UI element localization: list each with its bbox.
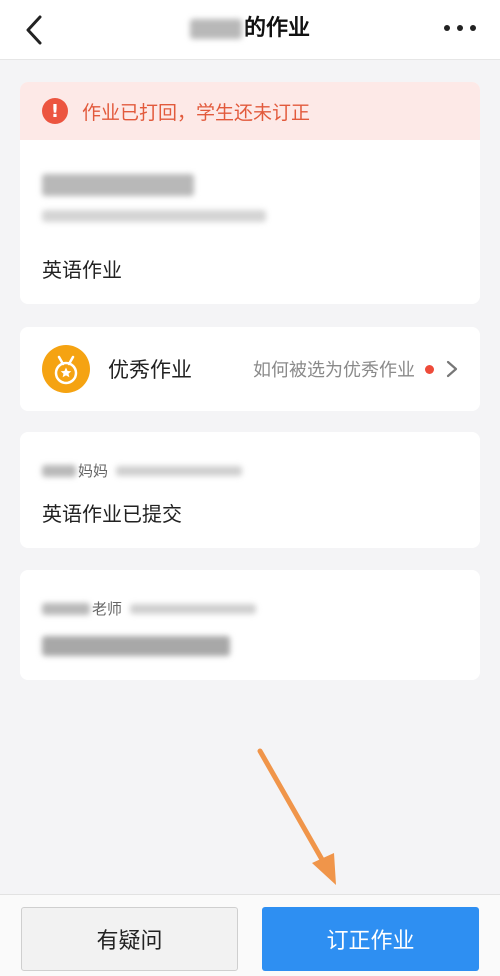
chevron-right-icon (446, 360, 458, 378)
medal-star-icon (42, 345, 90, 393)
alert-text: 作业已打回，学生还未订正 (82, 101, 311, 124)
notification-dot (425, 364, 434, 374)
page-title: 的作业 (0, 14, 500, 44)
question-button[interactable]: 有疑问 (21, 907, 238, 971)
review-sender: 老师 (92, 600, 123, 618)
excellent-help-text: 如何被选为优秀作业 (253, 360, 415, 381)
excellent-homework-label: 优秀作业 (108, 358, 192, 382)
review-message-card: 老师 (20, 570, 480, 680)
excellent-homework-row[interactable]: 优秀作业 如何被选为优秀作业 (20, 327, 480, 411)
homework-status-card: ! 作业已打回，学生还未订正 英语作业 (20, 82, 480, 304)
redacted-homework-meta (42, 210, 266, 222)
redacted-student-name (189, 19, 242, 39)
more-horizontal-icon[interactable] (442, 18, 478, 38)
correct-homework-button[interactable]: 订正作业 (262, 907, 479, 971)
submission-header: 妈妈 (42, 460, 243, 481)
annotation-arrow-icon (257, 748, 336, 885)
redacted-teacher-name (42, 602, 90, 615)
homework-type: 英语作业 (42, 258, 122, 282)
submission-text: 英语作业已提交 (42, 502, 182, 526)
redacted-submit-time (116, 465, 243, 476)
navigation-bar: 的作业 (0, 0, 500, 60)
page-title-suffix: 的作业 (243, 16, 310, 41)
exclamation-icon: ! (42, 98, 68, 124)
submission-message-card: 妈妈 英语作业已提交 (20, 432, 480, 548)
excellent-help-link[interactable]: 如何被选为优秀作业 (253, 356, 460, 382)
redacted-review-time (130, 603, 257, 614)
returned-alert: ! 作业已打回，学生还未订正 (20, 82, 480, 140)
redacted-review-comment (42, 636, 230, 656)
bottom-action-bar: 有疑问 订正作业 (0, 894, 500, 976)
submission-sender: 妈妈 (78, 462, 109, 480)
review-header: 老师 (42, 598, 257, 619)
redacted-parent-name (42, 464, 76, 477)
redacted-homework-title (42, 174, 194, 196)
